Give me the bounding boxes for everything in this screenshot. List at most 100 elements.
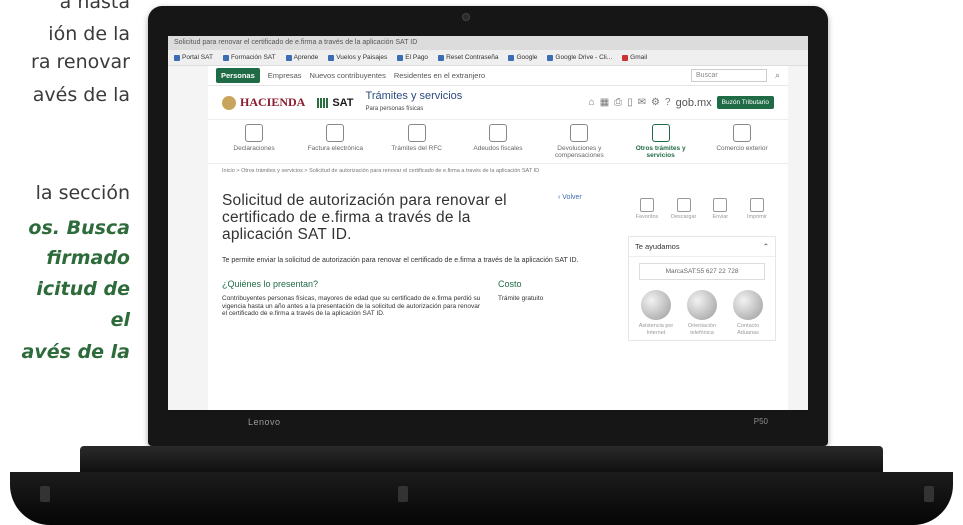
webcam-icon <box>462 13 470 21</box>
laptop-model: P50 <box>753 417 768 426</box>
category-devoluciones[interactable]: Devoluciones y compensaciones <box>547 124 611 159</box>
port <box>398 486 408 502</box>
print-icon[interactable]: ⎙ <box>614 97 622 108</box>
buzon-button[interactable]: Buzón Tributario <box>716 96 774 109</box>
search-input[interactable]: Buscar <box>690 69 767 82</box>
volver-link[interactable]: ‹ Volver <box>558 194 582 201</box>
bookmark-item[interactable]: Portal SAT <box>174 54 213 61</box>
costo-heading: Costo <box>498 279 522 289</box>
doc-line: a hasta <box>59 0 130 13</box>
bookmark-icon <box>328 54 335 61</box>
printer-icon <box>749 198 764 212</box>
bookmark-icon <box>547 54 554 61</box>
send-icon <box>713 198 728 212</box>
channel-aduanas[interactable]: Contacto Aduanas <box>727 290 769 336</box>
category-otros[interactable]: Otros trámites y servicios <box>629 124 693 159</box>
category-factura[interactable]: Factura electrónica <box>303 124 367 159</box>
main-content: Solicitud de autorización para renovar e… <box>222 192 612 318</box>
bookmark-item[interactable]: Formación SAT <box>222 54 276 61</box>
doc-line: icitud de <box>36 278 130 300</box>
at-sign-icon <box>641 290 671 320</box>
bookmark-item[interactable]: Reset Contraseña <box>438 54 498 61</box>
nav-nuevos[interactable]: Nuevos contribuyentes <box>310 71 386 80</box>
document-text: a hasta ión de la ra renovar avés de la … <box>0 0 160 400</box>
bookmark-item[interactable]: El Pago <box>397 54 428 61</box>
site-header: HACIENDA SAT Trámites y servicios Para pe… <box>208 86 788 120</box>
bookmark-icon <box>438 54 445 61</box>
devoluciones-icon <box>570 124 589 142</box>
contact-icon <box>733 290 763 320</box>
favorites-button[interactable]: Favoritos <box>630 198 664 220</box>
download-icon <box>676 198 691 212</box>
home-icon[interactable]: ⌂ <box>589 97 595 108</box>
declaraciones-icon <box>245 124 263 142</box>
nav-personas[interactable]: Personas <box>216 68 260 83</box>
category-declaraciones[interactable]: Declaraciones <box>222 124 286 159</box>
hacienda-logo[interactable]: HACIENDA <box>222 95 305 110</box>
doc-line: ra renovar <box>31 51 130 73</box>
sat-mark-icon <box>317 97 330 108</box>
category-adeudos[interactable]: Adeudos fiscales <box>466 124 530 159</box>
info-columns: ¿Quiénes lo presentan? Contribuyentes pe… <box>222 279 612 318</box>
quienes-body: Contribuyentes personas físicas, mayores… <box>222 295 481 317</box>
side-panel: Favoritos Descargar Enviar Imprimir Te a… <box>628 196 776 341</box>
browser-title: Solicitud para renovar el certificado de… <box>168 36 808 50</box>
web-page: Personas Empresas Nuevos contribuyentes … <box>208 66 788 410</box>
book-icon[interactable]: ▯ <box>627 97 633 108</box>
search-icon[interactable]: ⌕ <box>775 70 780 81</box>
doc-line: el <box>110 309 130 331</box>
bookmark-item[interactable]: Gmail <box>622 54 647 61</box>
nav-residentes[interactable]: Residentes en el extranjero <box>394 71 485 80</box>
help-icon[interactable]: ? <box>665 97 671 108</box>
help-panel: Te ayudamos ⌃ MarcaSAT:55 627 22 728 Asis… <box>628 236 776 341</box>
doc-line: avés de la <box>21 341 130 363</box>
laptop-base <box>0 446 963 525</box>
bookmark-item[interactable]: Aprende <box>285 54 318 61</box>
costo-body: Trámite gratuito <box>498 295 544 302</box>
chevron-up-icon[interactable]: ⌃ <box>763 242 769 251</box>
laptop-lid: Solicitud para renovar el certificado de… <box>148 6 828 446</box>
settings-icon[interactable]: ⚙ <box>651 97 660 108</box>
help-channels: Asistencia por Internet Orientación tele… <box>629 286 775 340</box>
header-icons: ⌂ ▦ ⎙ ▯ ✉ ⚙ ? gob.mx Buzón Tributario <box>589 96 774 109</box>
headset-icon <box>687 290 717 320</box>
comercio-icon <box>732 124 751 142</box>
channel-internet[interactable]: Asistencia por Internet <box>635 290 677 336</box>
category-bar: Declaraciones Factura electrónica Trámit… <box>208 120 788 164</box>
doc-line: os. Busca <box>28 217 130 239</box>
quienes-heading: ¿Quiénes lo presentan? <box>222 279 319 289</box>
bookmark-item[interactable]: Google <box>508 54 537 61</box>
channel-phone[interactable]: Orientación telefónica <box>681 290 723 336</box>
port <box>40 486 50 502</box>
gmail-icon <box>622 54 629 61</box>
breadcrumb[interactable]: Inicio > Otros trámites y servicios > So… <box>208 164 788 178</box>
bookmark-icon <box>397 54 404 61</box>
keyboard-deck <box>80 446 883 472</box>
help-header[interactable]: Te ayudamos ⌃ <box>629 237 775 257</box>
top-nav: Personas Empresas Nuevos contribuyentes … <box>208 66 788 86</box>
download-button[interactable]: Descargar <box>667 198 701 220</box>
phone-number[interactable]: MarcaSAT:55 627 22 728 <box>639 263 765 280</box>
calendar-icon[interactable]: ▦ <box>600 97 609 108</box>
bookmarks-bar: Portal SAT Formación SAT Aprende Vuelos … <box>168 50 808 66</box>
print-button[interactable]: Imprimir <box>740 198 774 220</box>
laptop-front <box>10 472 953 525</box>
laptop-brand: Lenovo <box>248 417 281 427</box>
otros-tramites-icon <box>651 124 670 142</box>
doc-line: ión de la <box>48 23 130 45</box>
send-button[interactable]: Enviar <box>703 198 737 220</box>
gob-mx-logo[interactable]: gob.mx <box>676 97 712 109</box>
bookmark-item[interactable]: Google Drive - Cli... <box>547 54 612 61</box>
mail-icon[interactable]: ✉ <box>638 97 646 108</box>
rfc-icon <box>407 124 426 142</box>
category-comercio[interactable]: Comercio exterior <box>710 124 774 159</box>
category-rfc[interactable]: Trámites del RFC <box>385 124 449 159</box>
action-bar: Favoritos Descargar Enviar Imprimir <box>628 196 776 222</box>
nav-empresas[interactable]: Empresas <box>268 71 302 80</box>
invoice-icon <box>326 124 345 142</box>
bookmark-icon <box>508 54 515 61</box>
bookmark-item[interactable]: Vuelos y Paisajes <box>328 54 387 61</box>
star-icon <box>640 198 654 212</box>
doc-line: firmado <box>46 247 130 269</box>
sat-logo[interactable]: SAT <box>317 97 354 109</box>
